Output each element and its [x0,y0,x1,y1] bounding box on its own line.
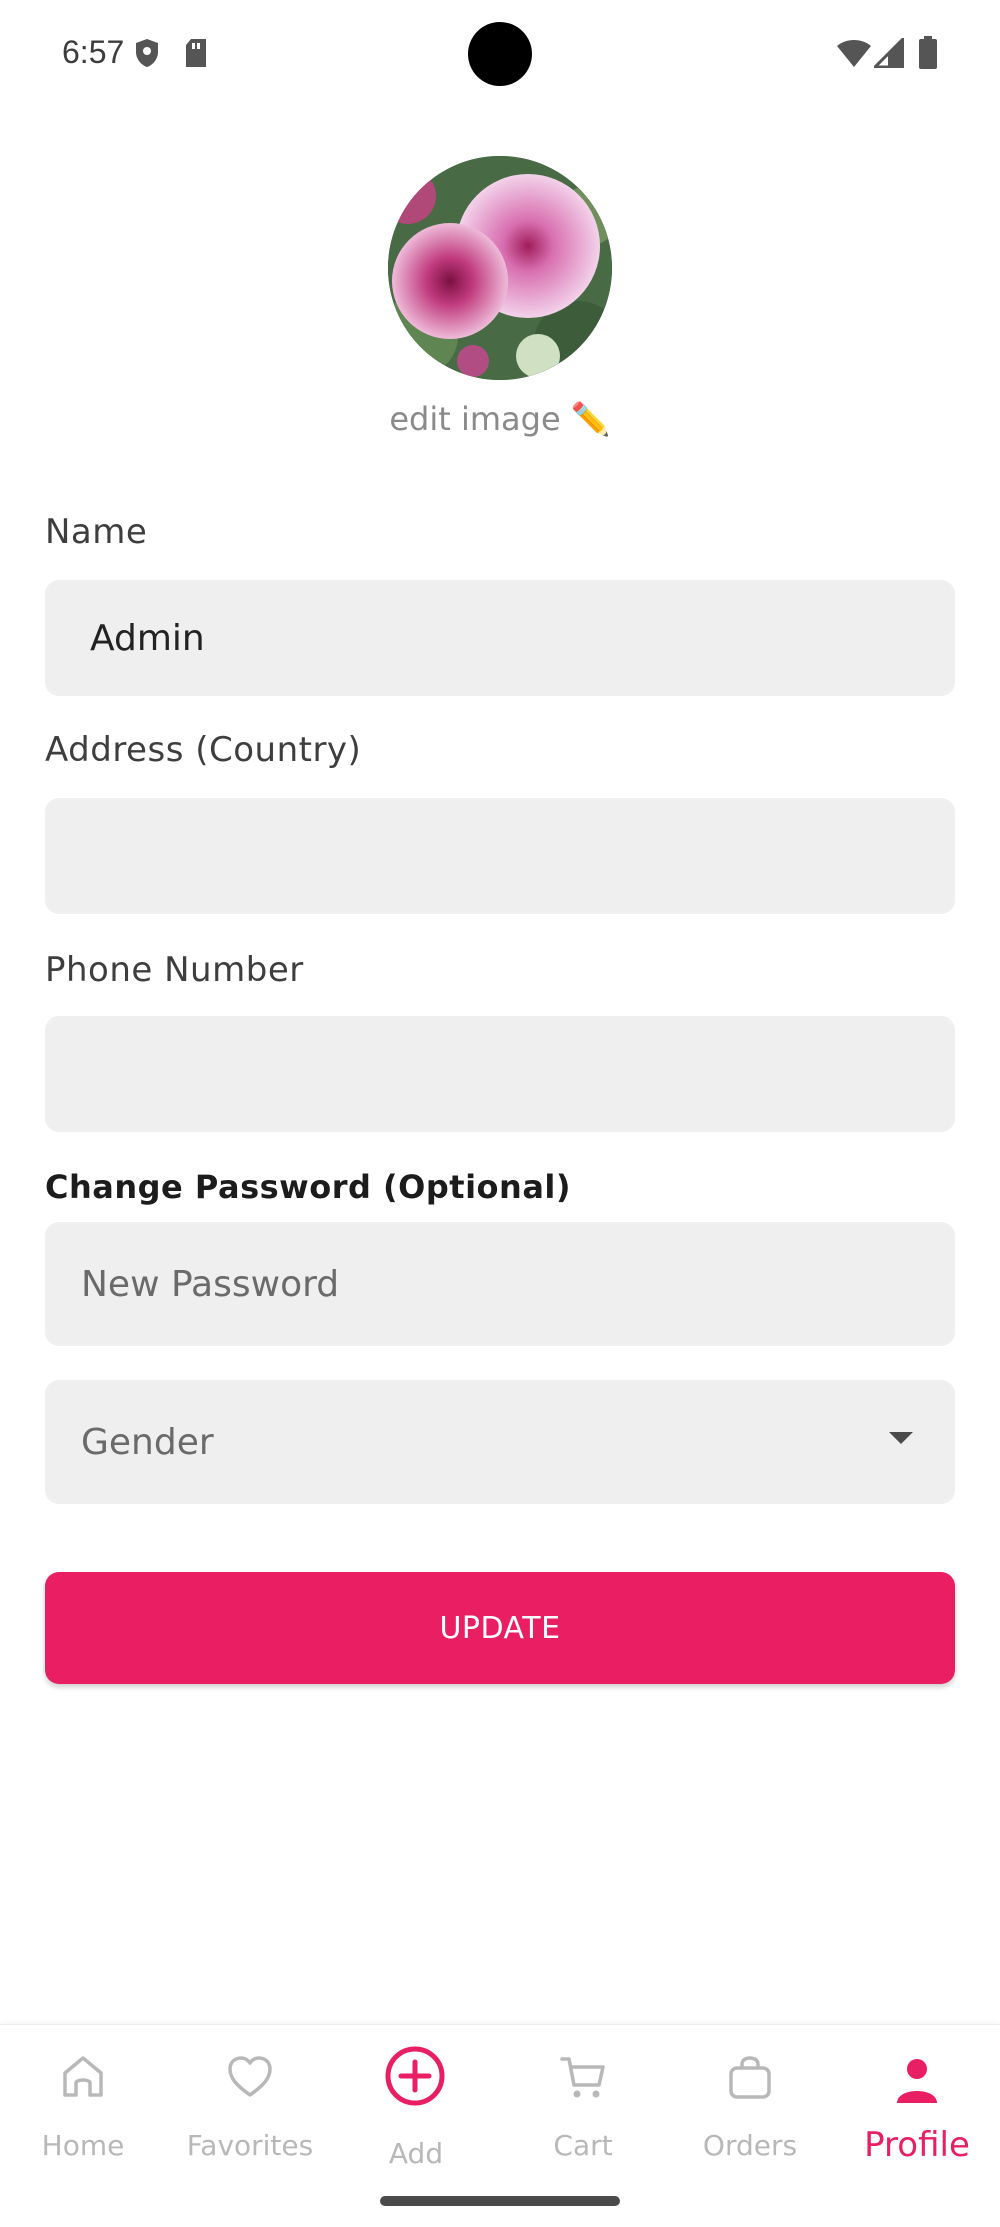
phone-field[interactable] [45,1016,955,1132]
person-icon [893,2057,941,2109]
battery-icon [918,36,938,74]
gender-dropdown[interactable]: Gender [45,1380,955,1504]
nav-item-add[interactable]: Add [336,2025,496,2225]
update-button[interactable]: UPDATE [45,1572,955,1684]
edit-image-link[interactable]: edit image ✏️ [0,400,1000,438]
shield-icon [134,38,160,72]
phone-label: Phone Number [45,950,304,990]
nav-item-orders[interactable]: Orders [670,2025,830,2225]
nav-item-cart[interactable]: Cart [503,2025,663,2225]
dropdown-arrow-icon [889,1432,913,1444]
gender-placeholder: Gender [81,1421,214,1463]
home-indicator[interactable] [380,2196,620,2206]
camera-cutout [468,22,532,86]
cart-icon [559,2055,607,2105]
name-value: Admin [90,617,205,659]
address-field[interactable] [45,798,955,914]
signal-icon [871,35,905,72]
wifi-icon [836,38,872,72]
nav-label-cart: Cart [553,2129,613,2162]
new-password-field[interactable]: New Password [45,1222,955,1346]
home-icon [59,2053,107,2105]
change-password-label: Change Password (Optional) [45,1168,571,1206]
nav-item-profile[interactable]: Profile [837,2025,997,2225]
name-label: Name [45,512,148,552]
status-bar: 6:57 [0,0,1000,110]
nav-label-favorites: Favorites [186,2129,314,2162]
profile-avatar[interactable] [388,156,612,380]
nav-label-orders: Orders [702,2129,798,2162]
nav-label-profile: Profile [864,2125,970,2165]
nav-label-home: Home [41,2129,125,2162]
address-label: Address (Country) [45,730,362,770]
new-password-placeholder: New Password [81,1263,340,1305]
sd-card-icon [184,38,208,72]
nav-item-favorites[interactable]: Favorites [170,2025,330,2225]
status-time: 6:57 [62,34,125,70]
nav-item-home[interactable]: Home [3,2025,163,2225]
name-field[interactable]: Admin [45,580,955,696]
bag-icon [726,2053,774,2105]
heart-icon [226,2053,274,2105]
add-circle-icon [384,2045,446,2111]
nav-label-add: Add [388,2137,444,2170]
